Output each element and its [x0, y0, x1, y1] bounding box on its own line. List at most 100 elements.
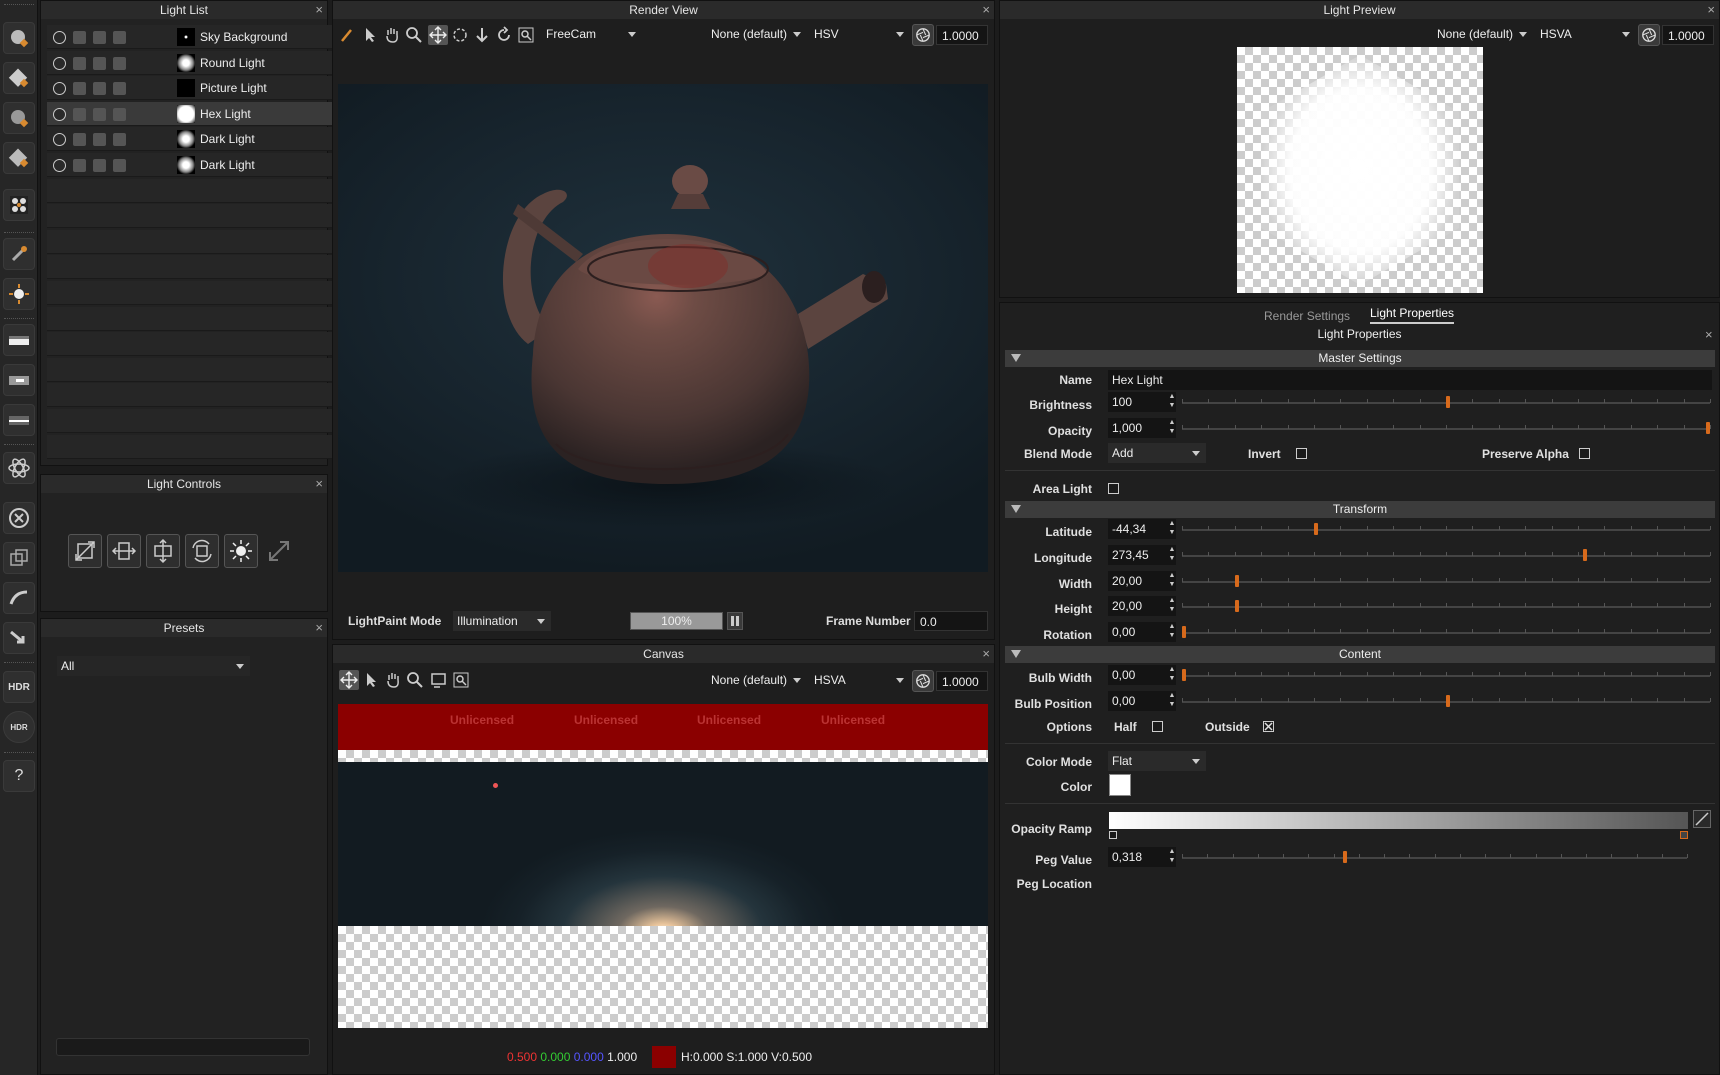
canvas-move-icon[interactable]	[339, 670, 359, 690]
preview-aperture-icon[interactable]	[1638, 24, 1660, 46]
close-icon[interactable]: ×	[315, 2, 323, 18]
close-icon[interactable]: ×	[982, 2, 990, 18]
direction-arrow-icon[interactable]	[3, 622, 35, 654]
pan-hand-icon[interactable]	[382, 25, 402, 45]
opacity-ramp-gradient[interactable]	[1109, 812, 1688, 829]
bulb-width-field[interactable]: 0,00	[1108, 665, 1176, 685]
longitude-field[interactable]: 273,45	[1108, 545, 1176, 565]
canvas-pan-icon[interactable]	[383, 670, 403, 690]
solo-toggle-icon[interactable]	[73, 107, 86, 121]
solo-toggle-icon[interactable]	[73, 56, 86, 70]
preview-colorspace-dropdown[interactable]: HSVA	[1536, 24, 1636, 44]
width-field[interactable]: 20,00	[1108, 571, 1176, 591]
bulb-position-field[interactable]: 0,00	[1108, 691, 1176, 711]
lock-toggle-icon[interactable]	[93, 159, 106, 172]
bulb-position-stepper[interactable]: ▲ ▼	[1168, 691, 1176, 711]
curve-editor-icon[interactable]	[1693, 810, 1711, 828]
rotation-field[interactable]: 0,00	[1108, 622, 1176, 642]
slider-knob[interactable]	[1314, 523, 1318, 535]
width-control-icon[interactable]	[107, 534, 141, 568]
width-stepper[interactable]: ▲ ▼	[1168, 571, 1176, 591]
collapse-icon[interactable]	[1011, 505, 1021, 513]
master-settings-header[interactable]: Master Settings	[1005, 350, 1715, 367]
light-list-item[interactable]: Round Light	[47, 50, 359, 75]
bulb-position-slider[interactable]	[1182, 695, 1711, 707]
light-list-item[interactable]: Hex Light	[47, 101, 359, 126]
canvas-colorspace-dropdown[interactable]: HSVA	[810, 670, 910, 690]
rotation-stepper[interactable]: ▲ ▼	[1168, 622, 1176, 642]
pause-icon[interactable]	[727, 612, 743, 630]
slider-knob[interactable]	[1342, 851, 1347, 863]
height-stepper[interactable]: ▲ ▼	[1168, 596, 1176, 616]
solo-toggle-icon[interactable]	[73, 82, 86, 96]
slider-knob[interactable]	[1446, 396, 1450, 408]
delete-icon[interactable]	[3, 502, 35, 534]
bulb-width-slider[interactable]	[1182, 669, 1711, 681]
light-list-item[interactable]: Picture Light	[47, 76, 359, 101]
atom-icon[interactable]	[3, 452, 35, 484]
brightness-stepper[interactable]: ▲ ▼	[1168, 392, 1176, 412]
camera-dropdown[interactable]: FreeCam	[542, 24, 642, 44]
lock-toggle-icon[interactable]	[93, 31, 106, 44]
rotation-slider[interactable]	[1182, 626, 1711, 638]
slider-knob[interactable]	[1706, 422, 1710, 434]
help-icon[interactable]: ?	[3, 760, 35, 792]
canvas-zoom-fit-icon[interactable]	[451, 670, 471, 690]
longitude-slider[interactable]	[1182, 549, 1711, 561]
brightness-slider[interactable]	[1182, 396, 1711, 408]
canvas-light-marker[interactable]	[493, 783, 498, 788]
reset-rotate-icon[interactable]	[494, 25, 514, 45]
brightness-field[interactable]: 100	[1108, 392, 1176, 412]
duplicate-icon[interactable]	[3, 542, 35, 574]
visibility-icon[interactable]	[53, 82, 66, 96]
render-lut-dropdown[interactable]: None (default)	[707, 24, 807, 44]
tab-light-properties[interactable]: Light Properties	[1370, 306, 1455, 324]
group-toggle-icon[interactable]	[113, 159, 126, 172]
canvas-exposure-field[interactable]: 1.0000	[936, 671, 988, 691]
slider-knob[interactable]	[1234, 600, 1239, 612]
canvas-aperture-icon[interactable]	[912, 670, 934, 692]
visibility-icon[interactable]	[53, 107, 66, 121]
canvas-region-icon[interactable]	[429, 670, 449, 690]
frame-number-field[interactable]: 0.0	[914, 611, 988, 631]
color-swatch[interactable]	[1109, 774, 1131, 796]
slider-knob[interactable]	[1182, 669, 1186, 681]
lock-toggle-icon[interactable]	[93, 133, 106, 147]
visibility-icon[interactable]	[53, 56, 66, 70]
group-toggle-icon[interactable]	[113, 133, 126, 147]
light-list-item[interactable]: Dark Light	[47, 127, 359, 152]
rotate-control-icon[interactable]	[185, 534, 219, 568]
picture-light-tool-icon[interactable]	[3, 189, 35, 221]
content-header[interactable]: Content	[1005, 646, 1715, 663]
peg-value-stepper[interactable]: ▲ ▼	[1168, 847, 1176, 867]
solo-toggle-icon[interactable]	[73, 159, 86, 172]
close-icon[interactable]: ×	[1705, 327, 1713, 343]
opacity-stepper[interactable]: ▲ ▼	[1168, 418, 1176, 438]
sun-light-tool-icon[interactable]	[3, 278, 35, 310]
peg-value-slider[interactable]	[1182, 851, 1688, 863]
area-light-checkbox[interactable]	[1108, 483, 1119, 494]
aperture-icon[interactable]	[912, 24, 934, 46]
width-slider[interactable]	[1182, 575, 1711, 587]
blend-mode-dropdown[interactable]: Add	[1108, 443, 1206, 463]
visibility-icon[interactable]	[53, 133, 66, 147]
slider-knob[interactable]	[1234, 575, 1239, 587]
opacity-slider[interactable]	[1182, 422, 1711, 434]
opacity-field[interactable]: 1,000	[1108, 418, 1176, 438]
paint-brush-tool-icon[interactable]	[3, 238, 35, 270]
peg-value-field[interactable]: 0,318	[1108, 847, 1176, 867]
zoom-icon[interactable]	[404, 25, 424, 45]
ramp-peg-end[interactable]	[1680, 831, 1688, 839]
close-icon[interactable]: ×	[315, 620, 323, 636]
longitude-stepper[interactable]: ▲ ▼	[1168, 545, 1176, 565]
paint-tool-icon[interactable]	[338, 25, 358, 45]
collapse-icon[interactable]	[1011, 650, 1021, 658]
lock-toggle-icon[interactable]	[93, 56, 106, 70]
gradient-light-tool-icon[interactable]	[3, 324, 35, 356]
slider-knob[interactable]	[1182, 626, 1186, 638]
latitude-stepper[interactable]: ▲ ▼	[1168, 519, 1176, 539]
spot-light-tool-icon[interactable]	[3, 102, 35, 134]
lock-toggle-icon[interactable]	[93, 82, 106, 96]
presets-search-input[interactable]	[56, 1038, 310, 1056]
zoom-fit-icon[interactable]	[516, 25, 536, 45]
